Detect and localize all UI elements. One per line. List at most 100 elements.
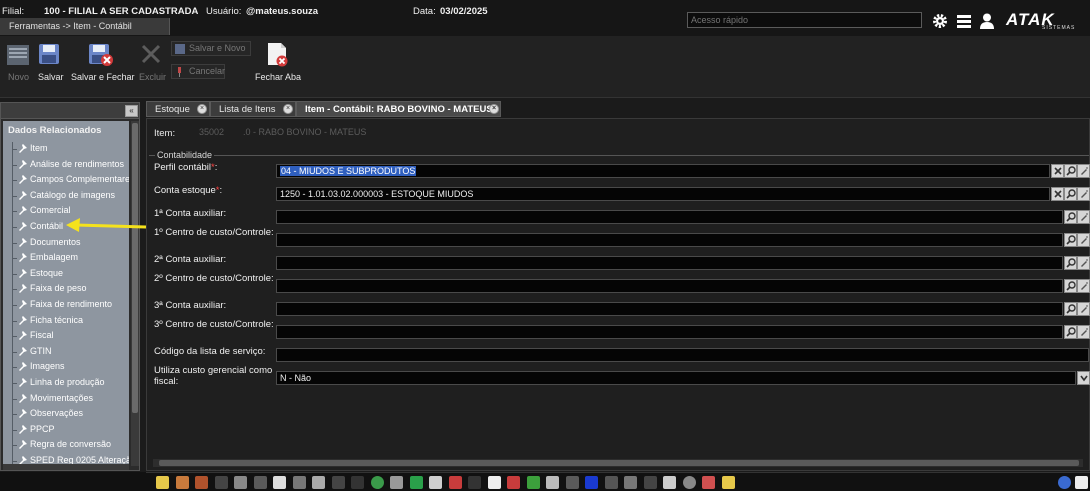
sidebar-item[interactable]: Faixa de peso bbox=[3, 282, 129, 298]
sidebar-item[interactable]: Fiscal bbox=[3, 329, 129, 345]
panel-vertical-scrollbar[interactable] bbox=[131, 121, 139, 466]
edit-icon[interactable] bbox=[1077, 187, 1090, 201]
sidebar-item[interactable]: Catálogo de imagens bbox=[3, 188, 129, 205]
network-icon[interactable] bbox=[663, 476, 676, 489]
map-icon[interactable] bbox=[604, 476, 618, 489]
bottle-icon[interactable] bbox=[487, 476, 501, 489]
tab-estoque[interactable]: Estoque × bbox=[146, 101, 210, 117]
search-icon[interactable] bbox=[1064, 302, 1077, 316]
edit-icon[interactable] bbox=[1077, 256, 1090, 270]
sidebar-item[interactable]: Documentos bbox=[3, 235, 129, 252]
sidebar-item[interactable]: Campos Complementares bbox=[3, 173, 129, 189]
tab-item-contabil[interactable]: Item - Contábil: RABO BOVINO - MATEUS × bbox=[296, 101, 501, 117]
field-input[interactable] bbox=[276, 279, 1063, 293]
field-input[interactable] bbox=[276, 325, 1063, 339]
lines-icon[interactable] bbox=[331, 476, 345, 489]
search-icon[interactable] bbox=[1064, 210, 1077, 224]
favorite-star-icon[interactable] bbox=[721, 476, 735, 489]
chevron-down-icon[interactable] bbox=[1077, 371, 1090, 385]
clear-icon[interactable] bbox=[1051, 164, 1064, 178]
calculator-icon[interactable] bbox=[546, 476, 559, 489]
panel-horizontal-scrollbar[interactable] bbox=[3, 464, 129, 470]
card-icon[interactable] bbox=[312, 476, 325, 489]
blue-square-icon[interactable] bbox=[585, 476, 598, 489]
cancelar-button[interactable]: Cancelar bbox=[171, 64, 225, 79]
search-icon[interactable] bbox=[1064, 164, 1077, 178]
document-icon[interactable] bbox=[234, 476, 247, 489]
field-input[interactable] bbox=[276, 302, 1063, 316]
form-horizontal-scrollbar[interactable] bbox=[153, 459, 1083, 467]
close-icon[interactable]: × bbox=[283, 104, 293, 114]
salvar-novo-button[interactable]: Salvar e Novo bbox=[171, 41, 251, 56]
search-icon[interactable] bbox=[1064, 256, 1077, 270]
salvar-fechar-button[interactable] bbox=[88, 42, 114, 68]
briefcase-icon[interactable] bbox=[175, 476, 189, 489]
field-input[interactable] bbox=[276, 210, 1063, 224]
edit-icon[interactable] bbox=[1077, 233, 1090, 247]
grid-icon[interactable] bbox=[214, 476, 228, 489]
chart-icon[interactable] bbox=[468, 476, 481, 489]
sidebar-item[interactable]: GTIN bbox=[3, 344, 129, 361]
sidebar-item[interactable]: Ficha técnica bbox=[3, 313, 129, 330]
notes-icon[interactable] bbox=[292, 476, 306, 489]
sidebar-item[interactable]: Análise de rendimentos bbox=[3, 157, 129, 174]
sidebar-item[interactable]: Item bbox=[3, 142, 129, 158]
edit-icon[interactable] bbox=[1077, 210, 1090, 224]
edit-icon[interactable] bbox=[1077, 164, 1090, 178]
sidebar-item[interactable]: Movimentações bbox=[3, 391, 129, 408]
dollar-icon[interactable] bbox=[409, 476, 423, 489]
sidebar-item[interactable]: Regra de conversão bbox=[3, 438, 129, 454]
menu-icon[interactable] bbox=[955, 12, 973, 30]
field-input[interactable] bbox=[276, 256, 1063, 270]
box-icon[interactable] bbox=[195, 476, 208, 489]
clear-icon[interactable] bbox=[1051, 187, 1064, 201]
search-icon[interactable] bbox=[1064, 187, 1077, 201]
tab-lista-de-itens[interactable]: Lista de Itens × bbox=[210, 101, 296, 117]
book-icon[interactable] bbox=[351, 476, 364, 489]
globe-icon[interactable] bbox=[370, 476, 384, 489]
search-icon[interactable] bbox=[1064, 279, 1077, 293]
field-input[interactable]: N - Não bbox=[276, 371, 1076, 385]
palette-icon[interactable] bbox=[702, 476, 715, 489]
sidebar-item[interactable]: Embalagem bbox=[3, 251, 129, 267]
star-icon[interactable] bbox=[156, 476, 169, 489]
novo-button[interactable] bbox=[6, 42, 30, 68]
salvar-button[interactable] bbox=[38, 42, 60, 66]
field-input[interactable] bbox=[276, 348, 1089, 362]
user-icon[interactable] bbox=[978, 12, 996, 30]
sidebar-item[interactable]: Linha de produção bbox=[3, 376, 129, 392]
headset-icon[interactable] bbox=[682, 476, 696, 489]
terminal-icon[interactable] bbox=[1075, 476, 1088, 489]
fechar-aba-button[interactable] bbox=[266, 42, 290, 68]
printer-icon[interactable] bbox=[429, 476, 442, 489]
excluir-button[interactable] bbox=[140, 42, 162, 66]
sidebar-item[interactable]: Comercial bbox=[3, 204, 129, 220]
sidebar-item[interactable]: Observações bbox=[3, 407, 129, 423]
truck-icon[interactable] bbox=[448, 476, 462, 489]
triangle-icon[interactable] bbox=[273, 476, 286, 489]
edit-icon[interactable] bbox=[1077, 302, 1090, 316]
gear-icon[interactable] bbox=[931, 12, 949, 30]
quick-access-input[interactable] bbox=[687, 12, 922, 28]
robot-icon[interactable] bbox=[643, 476, 657, 489]
sidebar-item[interactable]: Imagens bbox=[3, 360, 129, 376]
tag-icon[interactable] bbox=[253, 476, 267, 489]
sidebar-item[interactable]: Faixa de rendimento bbox=[3, 298, 129, 314]
field-input[interactable] bbox=[276, 233, 1063, 247]
field-input[interactable]: 1250 - 1.01.03.02.000003 - ESTOQUE MIUDO… bbox=[276, 187, 1050, 201]
cycle-icon[interactable] bbox=[526, 476, 540, 489]
table-icon[interactable] bbox=[565, 476, 579, 489]
edit-icon[interactable] bbox=[1077, 279, 1090, 293]
search-icon[interactable] bbox=[1064, 233, 1077, 247]
help-icon[interactable] bbox=[1058, 476, 1071, 489]
close-icon[interactable]: × bbox=[197, 104, 207, 114]
cash-icon[interactable] bbox=[507, 476, 520, 489]
sidebar-item[interactable]: Estoque bbox=[3, 266, 129, 283]
collapse-panel-button[interactable]: « bbox=[125, 105, 138, 117]
cylinder-icon[interactable] bbox=[390, 476, 403, 489]
plus-icon[interactable] bbox=[624, 476, 637, 489]
edit-icon[interactable] bbox=[1077, 325, 1090, 339]
sidebar-item[interactable]: Contábil bbox=[3, 220, 129, 236]
search-icon[interactable] bbox=[1064, 325, 1077, 339]
field-input[interactable]: 04 - MIUDOS E SUBPRODUTOS bbox=[276, 164, 1050, 178]
